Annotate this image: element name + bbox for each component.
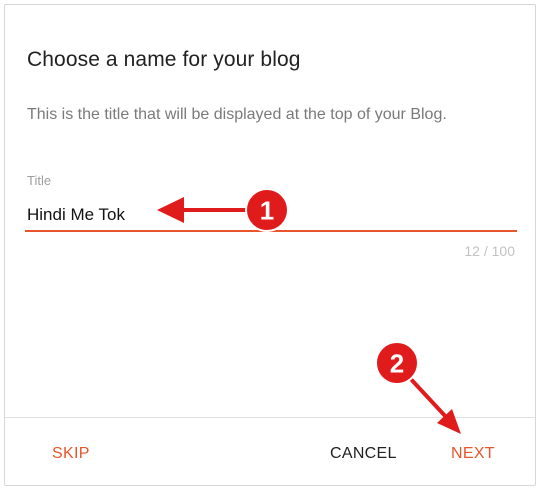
dialog-title: Choose a name for your blog: [27, 48, 301, 71]
next-button[interactable]: NEXT: [451, 445, 495, 463]
title-field-label: Title: [27, 173, 52, 188]
dialog-subtitle: This is the title that will be displayed…: [27, 106, 447, 123]
character-counter: 12 / 100: [464, 243, 515, 259]
cancel-button[interactable]: CANCEL: [330, 445, 397, 463]
create-blog-dialog: Choose a name for your blog This is the …: [4, 4, 536, 486]
footer-divider: [5, 417, 535, 418]
skip-button[interactable]: SKIP: [52, 445, 90, 463]
title-input[interactable]: [25, 200, 517, 232]
